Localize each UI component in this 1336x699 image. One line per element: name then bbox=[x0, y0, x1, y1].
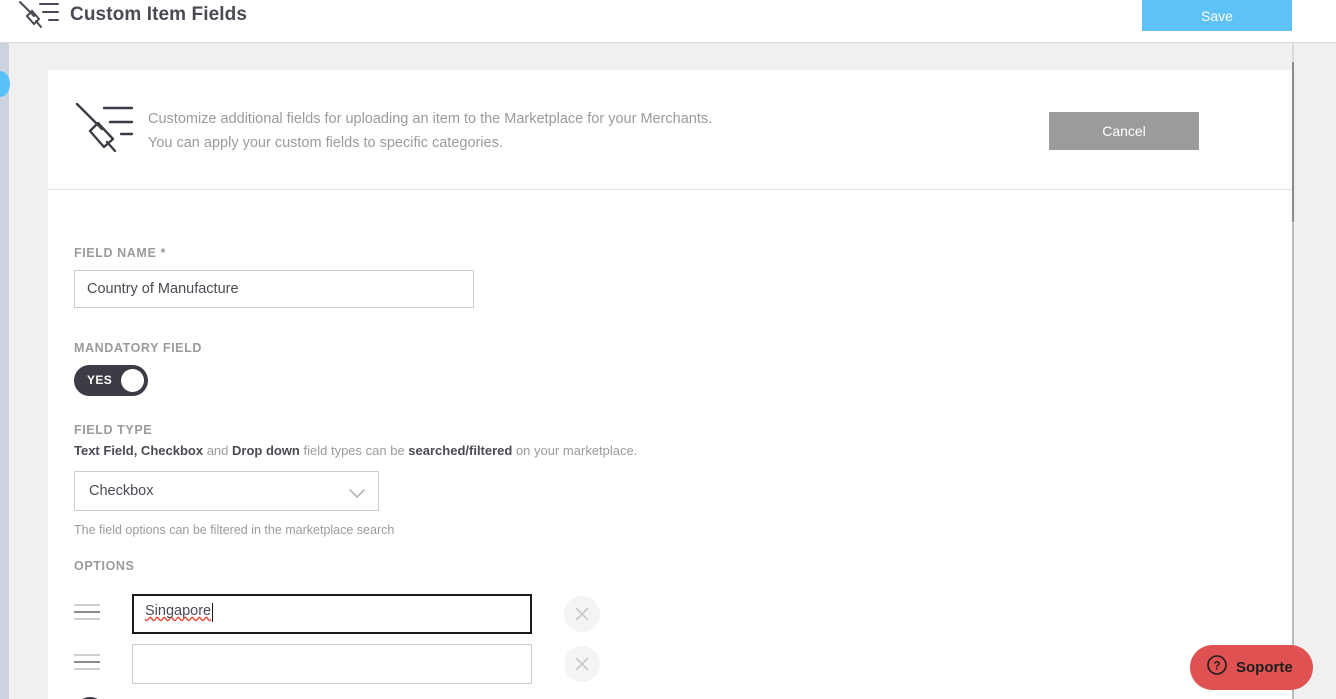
options-label: OPTIONS bbox=[74, 559, 135, 573]
page-scrollbar-thumb[interactable] bbox=[1292, 62, 1294, 222]
toggle-value-label: YES bbox=[87, 373, 113, 387]
field-type-select[interactable]: Checkbox bbox=[74, 471, 379, 511]
field-type-label: FIELD TYPE bbox=[74, 423, 153, 437]
option-input[interactable] bbox=[132, 594, 532, 634]
field-name-group: FIELD NAME * bbox=[74, 246, 474, 308]
card-header: Customize additional fields for uploadin… bbox=[48, 70, 1292, 190]
support-widget-label: Soporte bbox=[1236, 659, 1293, 676]
mandatory-field-toggle[interactable]: YES bbox=[74, 365, 148, 396]
page-title: Custom Item Fields bbox=[70, 4, 248, 25]
mandatory-field-label: MANDATORY FIELD bbox=[74, 341, 202, 355]
left-sidebar-rail bbox=[0, 43, 10, 699]
field-type-group: FIELD TYPE Text Field, Checkbox and Drop… bbox=[74, 423, 637, 537]
customize-screwdriver-icon bbox=[16, 0, 62, 34]
field-name-label: FIELD NAME * bbox=[74, 246, 166, 260]
option-row bbox=[74, 644, 634, 684]
field-type-select-value[interactable]: Checkbox bbox=[74, 471, 379, 511]
toggle-knob bbox=[121, 369, 144, 392]
support-widget-button[interactable]: ? Soporte bbox=[1190, 645, 1313, 690]
drag-handle-icon[interactable] bbox=[74, 654, 100, 675]
mandatory-field-group: MANDATORY FIELD YES bbox=[74, 341, 202, 396]
options-group: OPTIONS Singapore bbox=[74, 559, 634, 699]
svg-text:?: ? bbox=[1213, 661, 1220, 673]
app-root: Custom Item Fields Save Customize additi… bbox=[0, 0, 1336, 699]
option-row: Singapore bbox=[74, 594, 634, 634]
page-scrollbar-track-lower[interactable] bbox=[1292, 223, 1294, 699]
field-type-helper-text: Text Field, Checkbox and Drop down field… bbox=[74, 443, 638, 458]
header-description-line-1: Customize additional fields for uploadin… bbox=[148, 111, 713, 127]
close-icon[interactable] bbox=[564, 646, 600, 682]
question-circle-icon: ? bbox=[1206, 654, 1228, 681]
main-card: Customize additional fields for uploadin… bbox=[48, 70, 1292, 699]
option-input[interactable] bbox=[132, 644, 532, 684]
top-bar: Custom Item Fields Save bbox=[0, 0, 1336, 43]
sidebar-toggle-handle[interactable] bbox=[0, 71, 10, 97]
text-cursor bbox=[212, 603, 214, 622]
save-button[interactable]: Save bbox=[1142, 0, 1292, 31]
close-icon[interactable] bbox=[564, 596, 600, 632]
header-description-line-2: You can apply your custom fields to spec… bbox=[148, 135, 503, 151]
customize-screwdriver-icon bbox=[74, 101, 136, 159]
chevron-down-icon bbox=[349, 486, 365, 504]
cancel-button[interactable]: Cancel bbox=[1049, 112, 1199, 150]
field-type-subnote: The field options can be filtered in the… bbox=[74, 523, 395, 537]
card-header-description: Customize additional fields for uploadin… bbox=[148, 107, 712, 155]
drag-handle-icon[interactable] bbox=[74, 604, 100, 625]
field-name-input[interactable] bbox=[74, 270, 474, 308]
